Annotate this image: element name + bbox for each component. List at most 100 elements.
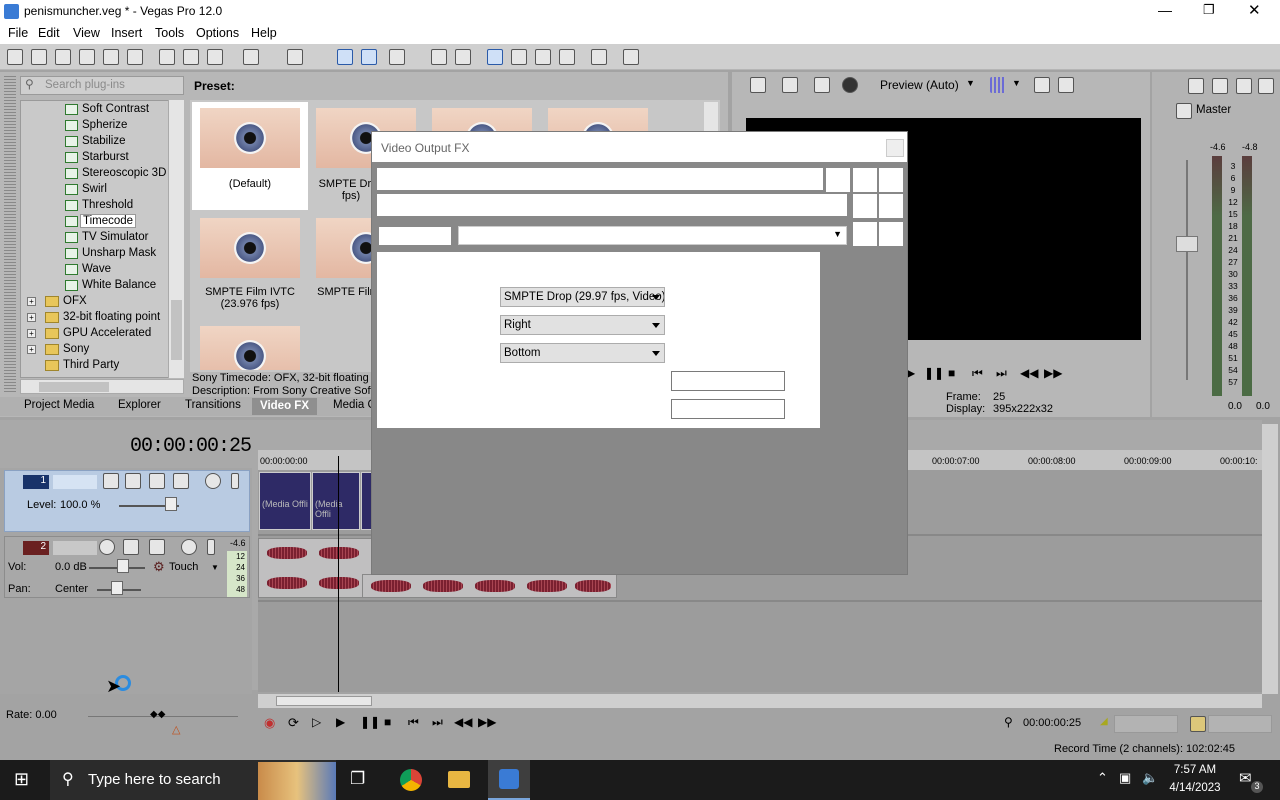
prev-frame-icon[interactable]: ◀◀ bbox=[1020, 366, 1038, 380]
cut-icon[interactable] bbox=[159, 49, 175, 65]
timecode-format-select[interactable]: SMPTE Drop (29.97 fps, Video) bbox=[500, 287, 665, 307]
plugin-tree-scrollbar[interactable] bbox=[168, 100, 184, 378]
menu-edit[interactable]: Edit bbox=[38, 26, 60, 40]
go-to-end-icon[interactable]: ⏭ bbox=[432, 715, 443, 730]
chevron-down-icon[interactable]: ▼ bbox=[833, 229, 842, 239]
tab-video-fx[interactable]: Video FX bbox=[252, 398, 317, 415]
ignore-grouping-icon[interactable] bbox=[535, 49, 551, 65]
chrome-icon[interactable] bbox=[400, 769, 422, 791]
plugin-tree-hscrollbar[interactable] bbox=[20, 379, 184, 394]
stop-icon[interactable]: ■ bbox=[948, 366, 955, 380]
volume-slider-handle[interactable] bbox=[117, 559, 129, 573]
menu-help[interactable]: Help bbox=[251, 26, 277, 40]
track-motion-icon[interactable] bbox=[125, 473, 141, 489]
preset-default[interactable]: (Default) bbox=[192, 102, 308, 210]
menu-insert[interactable]: Insert bbox=[111, 26, 142, 40]
save-icon[interactable] bbox=[55, 49, 71, 65]
plugin-search-input[interactable]: Search plug-ins bbox=[20, 76, 184, 95]
external-monitor-icon[interactable] bbox=[782, 77, 798, 93]
invert-phase-icon[interactable] bbox=[123, 539, 139, 555]
video-event[interactable]: (Media Offli bbox=[259, 472, 311, 530]
track-fx-icon[interactable] bbox=[149, 473, 165, 489]
zoom-tool-icon[interactable] bbox=[559, 49, 575, 65]
pan-slider-handle[interactable] bbox=[111, 581, 123, 595]
video-event[interactable]: (Media Offli bbox=[312, 472, 360, 530]
file-explorer-icon[interactable] bbox=[448, 771, 470, 788]
task-view-icon[interactable]: ❐ bbox=[350, 769, 365, 789]
track-fx-icon[interactable] bbox=[149, 539, 165, 555]
dialog-button[interactable] bbox=[853, 168, 877, 192]
split-screen-icon[interactable] bbox=[842, 77, 858, 93]
record-icon[interactable]: ◉ bbox=[264, 715, 275, 731]
expand-icon[interactable]: + bbox=[27, 297, 36, 306]
menu-file[interactable]: File bbox=[8, 26, 28, 40]
save-preset-button[interactable] bbox=[853, 222, 877, 246]
volume-icon[interactable]: 🔈 bbox=[1142, 770, 1158, 786]
dialog-close-button[interactable] bbox=[886, 139, 904, 157]
tab-project-media[interactable]: Project Media bbox=[24, 399, 94, 411]
audio-event[interactable] bbox=[362, 574, 617, 598]
selection-tool-icon[interactable] bbox=[389, 49, 405, 65]
copy-icon[interactable] bbox=[183, 49, 199, 65]
play-icon[interactable]: ▶ bbox=[906, 366, 915, 380]
video-track-header[interactable]: 1 Level: 100.0 % bbox=[4, 470, 250, 532]
snapping-icon[interactable] bbox=[487, 49, 503, 65]
chevron-down-icon[interactable]: ▼ bbox=[211, 563, 219, 572]
taskbar-time[interactable]: 7:57 AM bbox=[1169, 764, 1221, 776]
taskbar-date[interactable]: 4/14/2023 bbox=[1167, 782, 1223, 794]
menu-options[interactable]: Options bbox=[196, 26, 239, 40]
fx-input-field[interactable] bbox=[671, 371, 785, 391]
stop-icon[interactable]: ■ bbox=[384, 715, 391, 729]
track-name-field[interactable] bbox=[53, 541, 97, 555]
go-to-start-icon[interactable]: ⏮ bbox=[408, 715, 419, 730]
chevron-down-icon[interactable]: ▼ bbox=[1012, 78, 1021, 88]
minimize-icon[interactable]: — bbox=[1158, 2, 1172, 18]
auto-ripple-icon[interactable] bbox=[431, 49, 447, 65]
automation-mode-dropdown[interactable]: Touch bbox=[169, 561, 198, 573]
chevron-down-icon[interactable]: ▼ bbox=[966, 78, 975, 88]
selection-length-field[interactable] bbox=[1208, 715, 1272, 733]
overlays-icon[interactable] bbox=[990, 77, 1006, 93]
solo-icon[interactable] bbox=[231, 473, 239, 489]
tab-transitions[interactable]: Transitions bbox=[185, 399, 241, 411]
paste-icon[interactable] bbox=[207, 49, 223, 65]
preview-quality-dropdown[interactable]: Preview (Auto) bbox=[880, 78, 959, 92]
go-to-start-icon[interactable]: ⏮ bbox=[972, 366, 983, 381]
master-fader-handle[interactable] bbox=[1176, 236, 1198, 252]
expand-icon[interactable]: + bbox=[27, 345, 36, 354]
dialog-button[interactable] bbox=[826, 168, 850, 192]
expand-icon[interactable]: + bbox=[27, 313, 36, 322]
windows-start-icon[interactable]: ⊞ bbox=[14, 769, 29, 790]
vertical-position-select[interactable]: Bottom bbox=[500, 343, 665, 363]
audio-track-header[interactable]: 2 -4.6 12 24 36 48 Vol: 0.0 dB ⚙ Touch ▼ Pa… bbox=[4, 536, 250, 598]
render-icon[interactable] bbox=[103, 49, 119, 65]
mute-icon[interactable] bbox=[205, 473, 221, 489]
horizontal-position-select[interactable]: Right bbox=[500, 315, 665, 335]
next-frame-icon[interactable]: ▶▶ bbox=[1044, 366, 1062, 380]
mixer-icon[interactable] bbox=[1188, 78, 1204, 94]
dim-output-icon[interactable] bbox=[1258, 78, 1274, 94]
gear-icon[interactable] bbox=[173, 473, 189, 489]
arm-record-icon[interactable] bbox=[99, 539, 115, 555]
undo-icon[interactable] bbox=[243, 49, 259, 65]
dialog-button[interactable] bbox=[853, 194, 877, 218]
audio-event[interactable] bbox=[258, 538, 374, 598]
save-as-icon[interactable] bbox=[79, 49, 95, 65]
close-icon[interactable]: ✕ bbox=[1248, 1, 1261, 19]
notification-icon[interactable]: ✉ bbox=[1239, 769, 1252, 787]
copy-snapshot-icon[interactable] bbox=[1034, 77, 1050, 93]
selection-start-field[interactable] bbox=[1114, 715, 1178, 733]
pause-icon[interactable]: ❚❚ bbox=[360, 715, 380, 729]
preset-thumb-7[interactable] bbox=[192, 320, 308, 370]
rate-slider-handle[interactable]: ◆◆ bbox=[150, 709, 165, 720]
timeline-hscrollbar[interactable] bbox=[258, 694, 1262, 708]
chevron-up-icon[interactable]: ⌃ bbox=[1097, 770, 1108, 786]
play-icon[interactable]: ▶ bbox=[336, 715, 345, 729]
taskbar-vegas-button[interactable] bbox=[488, 760, 530, 800]
network-icon[interactable]: ▣ bbox=[1119, 770, 1131, 786]
pause-icon[interactable]: ❚❚ bbox=[924, 366, 944, 380]
insert-bus-icon[interactable] bbox=[1212, 78, 1228, 94]
go-to-end-icon[interactable]: ⏭ bbox=[996, 366, 1007, 381]
fx-input-field[interactable] bbox=[671, 399, 785, 419]
dialog-preset-dropdown[interactable]: ▼ bbox=[458, 226, 847, 245]
